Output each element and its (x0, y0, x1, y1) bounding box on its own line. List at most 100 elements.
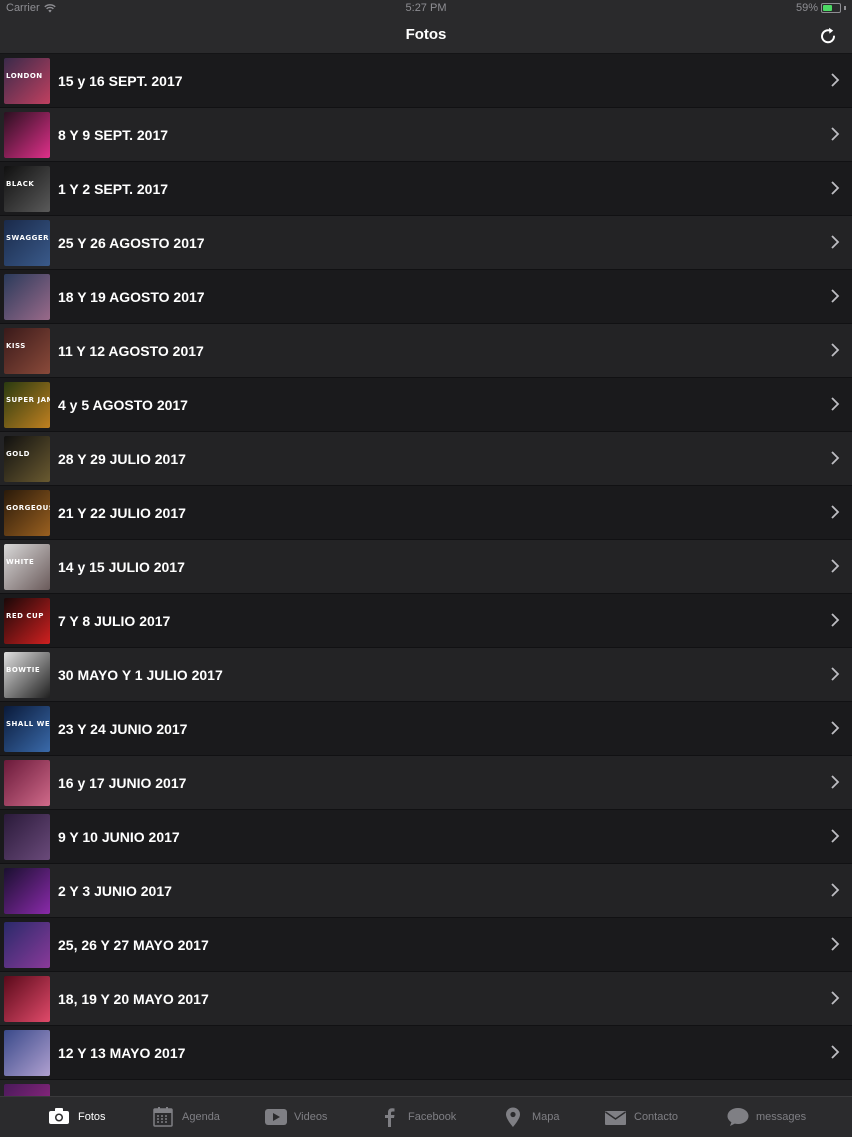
tab-agenda[interactable]: Agenda (152, 1097, 220, 1137)
album-thumbnail: BLACK (4, 165, 50, 212)
album-row[interactable]: RED CUP 7 Y 8 JULIO 2017 (0, 594, 852, 648)
chevron-right-icon (831, 343, 840, 357)
chevron-right-icon (831, 667, 840, 681)
chevron-right-icon (831, 73, 840, 87)
album-thumbnail (4, 1083, 50, 1096)
album-row[interactable]: 12 Y 13 MAYO 2017 (0, 1026, 852, 1080)
album-title: 28 Y 29 JULIO 2017 (58, 450, 186, 467)
album-title: 14 y 15 JULIO 2017 (58, 558, 185, 575)
chevron-right-icon (831, 829, 840, 843)
tab-facebook[interactable]: Facebook (378, 1097, 456, 1137)
album-thumbnail: GORGEOUS (4, 489, 50, 536)
tab-mapa[interactable]: Mapa (502, 1097, 560, 1137)
album-title: 30 MAYO Y 1 JULIO 2017 (58, 666, 223, 683)
album-thumbnail (4, 1029, 50, 1076)
album-thumbnail-text: GORGEOUS (6, 503, 50, 512)
album-thumbnail-text: SWAGGER (6, 233, 50, 242)
tab-label: Fotos (78, 1111, 106, 1123)
tab-messages[interactable]: messages (726, 1097, 806, 1137)
album-row[interactable]: GORGEOUS 21 Y 22 JULIO 2017 (0, 486, 852, 540)
album-thumbnail: SUPER JAM (4, 381, 50, 428)
album-title: 15 y 16 SEPT. 2017 (58, 72, 183, 89)
album-row[interactable] (0, 1080, 852, 1096)
chevron-right-icon (831, 559, 840, 573)
album-row[interactable]: WHITE 14 y 15 JULIO 2017 (0, 540, 852, 594)
album-thumbnail (4, 813, 50, 860)
album-row[interactable]: KISS 11 Y 12 AGOSTO 2017 (0, 324, 852, 378)
album-row[interactable]: BLACK 1 Y 2 SEPT. 2017 (0, 162, 852, 216)
tab-videos[interactable]: Videos (264, 1097, 327, 1137)
album-title: 23 Y 24 JUNIO 2017 (58, 720, 188, 737)
album-row[interactable]: 18, 19 Y 20 MAYO 2017 (0, 972, 852, 1026)
album-title: 16 y 17 JUNIO 2017 (58, 774, 187, 791)
facebook-icon (385, 1108, 395, 1127)
album-title: 11 Y 12 AGOSTO 2017 (58, 342, 204, 359)
chevron-right-icon (831, 883, 840, 897)
album-thumbnail-text: KISS (6, 341, 26, 350)
tab-label: Contacto (634, 1111, 679, 1123)
album-row[interactable]: GOLD 28 Y 29 JULIO 2017 (0, 432, 852, 486)
clock: 5:27 PM (405, 2, 447, 14)
album-row[interactable]: 18 Y 19 AGOSTO 2017 (0, 270, 852, 324)
album-title: 4 y 5 AGOSTO 2017 (58, 396, 188, 413)
album-title: 25, 26 Y 27 MAYO 2017 (58, 936, 209, 953)
album-row[interactable]: SWAGGER 25 Y 26 AGOSTO 2017 (0, 216, 852, 270)
tab-label: Agenda (182, 1111, 220, 1123)
album-row[interactable]: LONDON 15 y 16 SEPT. 2017 (0, 54, 852, 108)
album-row[interactable]: 16 y 17 JUNIO 2017 (0, 756, 852, 810)
album-title: 8 Y 9 SEPT. 2017 (58, 126, 169, 143)
chevron-right-icon (831, 289, 840, 303)
refresh-icon[interactable] (818, 26, 838, 46)
battery-indicator: 59% (796, 2, 846, 14)
album-title: 9 Y 10 JUNIO 2017 (58, 828, 180, 845)
album-row[interactable]: SHALL WE DANCE 23 Y 24 JUNIO 2017 (0, 702, 852, 756)
album-thumbnail-text: BOWTIE (6, 665, 41, 674)
album-thumbnail: KISS (4, 327, 50, 374)
album-thumbnail: SHALL WE DANCE (4, 705, 50, 752)
battery-percent: 59% (795, 2, 818, 14)
album-row[interactable]: 9 Y 10 JUNIO 2017 (0, 810, 852, 864)
chevron-right-icon (831, 127, 840, 141)
album-thumbnail (4, 273, 50, 320)
album-row[interactable]: BOWTIE 30 MAYO Y 1 JULIO 2017 (0, 648, 852, 702)
album-row[interactable]: SUPER JAM 4 y 5 AGOSTO 2017 (0, 378, 852, 432)
chevron-right-icon (831, 505, 840, 519)
chevron-right-icon (831, 991, 840, 1005)
tab-bar: Fotos Agenda Videos Facebook Mapa Contacto mes… (0, 1096, 852, 1137)
tab-label: Videos (294, 1111, 328, 1123)
tab-contacto[interactable]: Contacto (604, 1097, 678, 1137)
envelope-icon (605, 1111, 626, 1125)
tab-label: messages (756, 1111, 807, 1123)
chevron-right-icon (831, 775, 840, 789)
chevron-right-icon (831, 721, 840, 735)
map-pin-icon (506, 1107, 520, 1127)
album-thumbnail: GOLD (4, 435, 50, 482)
play-icon (265, 1109, 287, 1125)
tab-label: Facebook (408, 1111, 457, 1123)
album-list[interactable]: LONDON 15 y 16 SEPT. 2017 8 Y 9 SEPT. 2017… (0, 54, 852, 1096)
camera-icon (49, 1108, 69, 1124)
chevron-right-icon (831, 1045, 840, 1059)
album-thumbnail: BOWTIE (4, 651, 50, 698)
album-thumbnail-text: SHALL WE DANCE (6, 719, 50, 728)
album-thumbnail-text: RED CUP (6, 611, 44, 620)
album-thumbnail-text: GOLD (6, 449, 30, 458)
album-title: 7 Y 8 JULIO 2017 (58, 612, 171, 629)
album-thumbnail (4, 975, 50, 1022)
album-title: 2 Y 3 JUNIO 2017 (58, 882, 172, 899)
chevron-right-icon (831, 451, 840, 465)
page-title: Fotos (405, 26, 447, 43)
navigation-bar: Fotos (0, 17, 852, 54)
album-thumbnail-text: LONDON (6, 71, 43, 80)
tab-fotos[interactable]: Fotos (48, 1097, 106, 1137)
chevron-right-icon (831, 397, 840, 411)
album-thumbnail (4, 111, 50, 158)
album-title: 1 Y 2 SEPT. 2017 (58, 180, 169, 197)
chevron-right-icon (831, 937, 840, 951)
album-row[interactable]: 25, 26 Y 27 MAYO 2017 (0, 918, 852, 972)
chevron-right-icon (831, 181, 840, 195)
album-row[interactable]: 8 Y 9 SEPT. 2017 (0, 108, 852, 162)
album-title: 18 Y 19 AGOSTO 2017 (58, 288, 205, 305)
album-thumbnail (4, 867, 50, 914)
album-row[interactable]: 2 Y 3 JUNIO 2017 (0, 864, 852, 918)
